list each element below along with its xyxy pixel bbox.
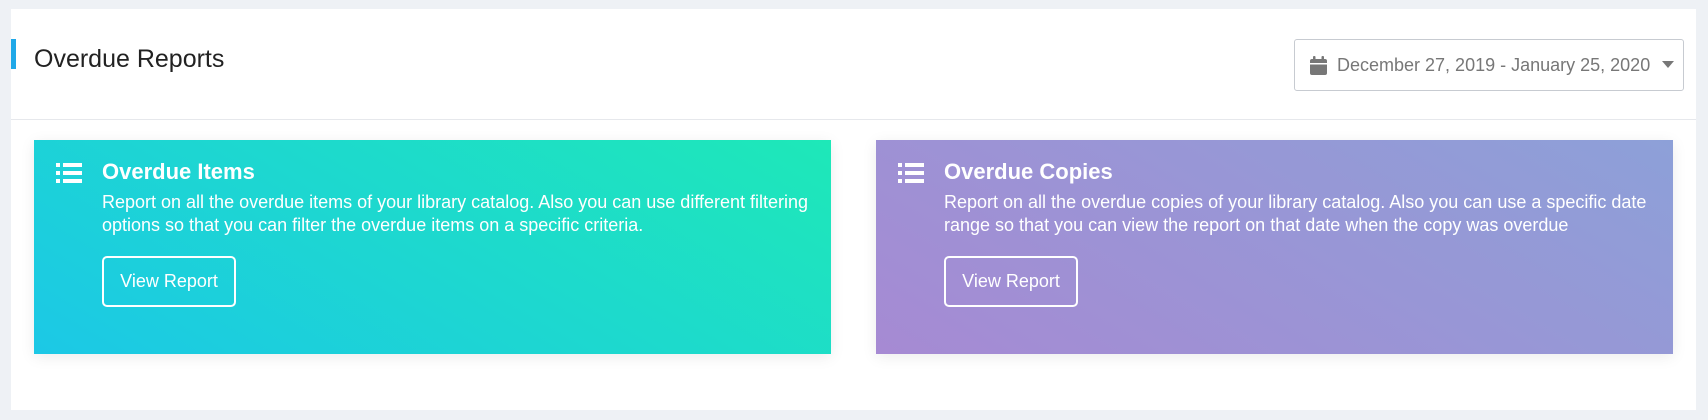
date-range-label: December 27, 2019 - January 25, 2020 (1337, 54, 1651, 75)
panel-header: Overdue Reports December 27, 2019 - Janu… (11, 9, 1696, 120)
title-accent-bar (11, 39, 16, 69)
list-icon (56, 163, 82, 183)
caret-down-icon (1662, 61, 1675, 68)
page-title: Overdue Reports (34, 45, 225, 73)
card-description: Report on all the overdue items of your … (102, 192, 809, 235)
view-report-button[interactable]: View Report (102, 256, 236, 307)
card-title: Overdue Copies (944, 159, 1113, 184)
date-range-picker[interactable]: December 27, 2019 - January 25, 2020 (1294, 39, 1684, 91)
card-title: Overdue Items (102, 159, 255, 184)
card-description: Report on all the overdue copies of your… (944, 192, 1647, 235)
overdue-copies-card: Overdue Copies Report on all the overdue… (876, 140, 1673, 354)
list-icon (898, 163, 924, 183)
calendar-icon (1310, 55, 1327, 75)
view-report-button[interactable]: View Report (944, 256, 1078, 307)
overdue-items-card: Overdue Items Report on all the overdue … (34, 140, 831, 354)
reports-panel: Overdue Reports December 27, 2019 - Janu… (11, 9, 1696, 410)
